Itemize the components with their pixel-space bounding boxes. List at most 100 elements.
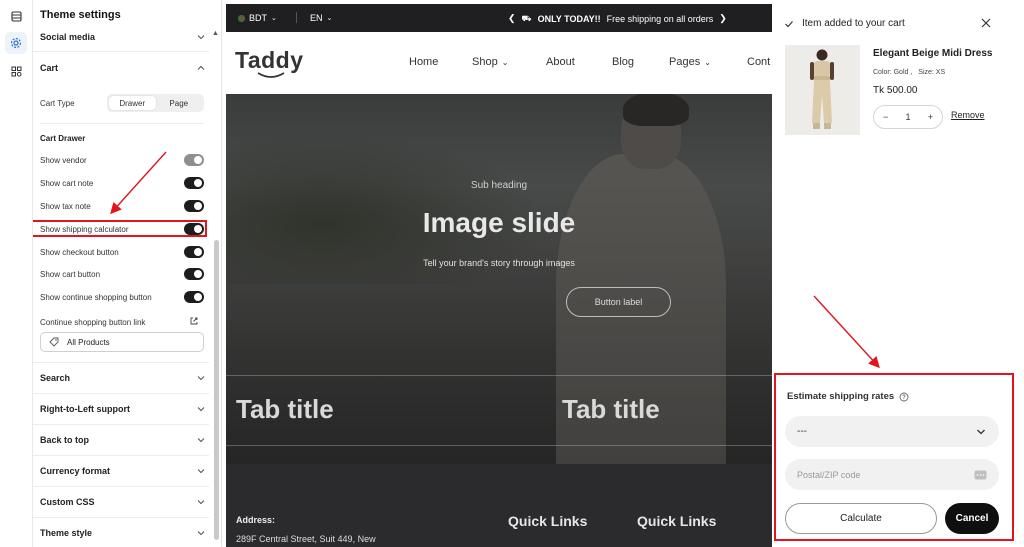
decrease-button[interactable]: − bbox=[883, 112, 888, 122]
nav-label: Shop bbox=[472, 56, 498, 68]
tab-title-2[interactable]: Tab title bbox=[562, 394, 660, 425]
nav-label: Cont bbox=[747, 56, 771, 68]
divider bbox=[296, 12, 297, 23]
show-tax-note-toggle[interactable] bbox=[184, 200, 204, 212]
chevron-down-icon bbox=[197, 407, 205, 412]
chevron-down-icon bbox=[197, 35, 205, 40]
flag-icon bbox=[238, 14, 245, 22]
increase-button[interactable]: + bbox=[928, 112, 933, 122]
truck-icon: ⛟ bbox=[521, 13, 532, 23]
show-cart-button-toggle[interactable] bbox=[184, 268, 204, 280]
nav-pages[interactable]: Pages ⌄ bbox=[669, 56, 711, 68]
nav-about[interactable]: About bbox=[546, 56, 575, 68]
chevron-down-icon bbox=[197, 469, 205, 474]
continue-link-value: All Products bbox=[67, 337, 110, 347]
zip-code-input[interactable]: Postal/ZIP code bbox=[785, 459, 999, 490]
product-color: Color: Gold , bbox=[873, 69, 913, 76]
show-vendor-toggle[interactable] bbox=[184, 154, 204, 166]
country-select-value: --- bbox=[797, 426, 807, 437]
divider bbox=[33, 517, 209, 518]
scroll-up-icon[interactable]: ▲ bbox=[212, 30, 219, 37]
store-header: Taddy Home Shop ⌄ About Blog Pages ⌄ Cont bbox=[226, 32, 772, 94]
check-icon bbox=[785, 20, 793, 27]
apps-icon[interactable] bbox=[5, 60, 27, 82]
show-continue-shopping-toggle[interactable] bbox=[184, 291, 204, 303]
show-shipping-calculator-toggle[interactable] bbox=[184, 223, 204, 235]
chevron-down-icon bbox=[197, 376, 205, 381]
hero-text: Tell your brand's story through images bbox=[423, 258, 575, 268]
chevron-down-icon bbox=[197, 500, 205, 505]
product-image[interactable] bbox=[785, 45, 860, 135]
toggle-label-show-continue-shopping: Show continue shopping button bbox=[40, 293, 152, 302]
language-label: EN bbox=[310, 13, 323, 23]
announcement-bar: BDT ⌄ EN ⌄ ❮ ⛟ ONLY TODAY!! Free shippin… bbox=[226, 4, 772, 32]
store-logo[interactable]: Taddy bbox=[235, 47, 304, 74]
country-select[interactable]: --- bbox=[785, 416, 999, 447]
chevron-down-icon bbox=[197, 531, 205, 536]
hero-button[interactable]: Button label bbox=[566, 287, 671, 317]
help-icon[interactable]: ? bbox=[899, 392, 909, 402]
nav-label: Home bbox=[409, 56, 439, 68]
quantity-stepper: − 1 + bbox=[873, 105, 943, 129]
cart-drawer-header: Item added to your cart bbox=[784, 18, 905, 29]
nav-blog[interactable]: Blog bbox=[612, 56, 634, 68]
logo-smile-icon bbox=[257, 72, 285, 78]
section-label: Back to top bbox=[40, 435, 90, 445]
quantity-value[interactable]: 1 bbox=[905, 112, 910, 122]
section-label: Theme style bbox=[40, 528, 93, 538]
section-social-media[interactable]: Social media bbox=[40, 32, 206, 42]
cart-type-page-option[interactable]: Page bbox=[156, 96, 203, 110]
chevron-down-icon: ⌄ bbox=[326, 15, 333, 22]
chevron-down-icon: ⌄ bbox=[704, 57, 711, 67]
divider bbox=[33, 486, 209, 487]
tab-title-1[interactable]: Tab title bbox=[236, 394, 334, 425]
tag-icon bbox=[49, 337, 59, 347]
toggle-label-show-cart-note: Show cart note bbox=[40, 179, 94, 188]
product-size: Size: XS bbox=[918, 69, 946, 76]
cart-type-drawer-option[interactable]: Drawer bbox=[109, 96, 156, 110]
hero-subheading: Sub heading bbox=[470, 180, 528, 191]
language-selector[interactable]: EN ⌄ bbox=[310, 13, 332, 23]
chevron-down-icon: ⌄ bbox=[271, 15, 277, 22]
remove-link[interactable]: Remove bbox=[951, 110, 985, 120]
footer-quick-links-1: Quick Links bbox=[508, 513, 588, 529]
show-checkout-button-toggle[interactable] bbox=[184, 246, 204, 258]
chevron-right-icon[interactable]: ❯ bbox=[719, 13, 727, 24]
section-back-to-top[interactable]: Back to top bbox=[40, 435, 206, 445]
product-name[interactable]: Elegant Beige Midi Dress bbox=[873, 48, 992, 59]
settings-scrollbar[interactable] bbox=[214, 240, 219, 540]
announcement-bold: ONLY TODAY!! bbox=[537, 13, 601, 24]
footer-quick-links-2: Quick Links bbox=[637, 513, 717, 529]
toggle-label-show-shipping-calculator: Show shipping calculator bbox=[40, 225, 129, 234]
continue-link-field[interactable]: All Products bbox=[40, 332, 204, 352]
section-label: Custom CSS bbox=[40, 497, 95, 507]
chevron-left-icon[interactable]: ❮ bbox=[508, 13, 516, 24]
nav-shop[interactable]: Shop ⌄ bbox=[472, 56, 508, 68]
close-icon[interactable] bbox=[980, 17, 992, 29]
settings-title: Theme settings bbox=[40, 9, 121, 21]
nav-home[interactable]: Home bbox=[409, 56, 438, 68]
section-custom-css[interactable]: Custom CSS bbox=[40, 497, 206, 507]
nav-label: Blog bbox=[612, 56, 635, 68]
section-search[interactable]: Search bbox=[40, 373, 206, 383]
product-variant: Color: Gold , Size: XS bbox=[873, 69, 945, 76]
divider bbox=[33, 362, 209, 363]
currency-selector[interactable]: BDT ⌄ bbox=[238, 13, 277, 23]
shipping-calculator-highlight: Estimate shipping rates ? --- Postal/ZIP… bbox=[774, 373, 1014, 541]
store-preview: BDT ⌄ EN ⌄ ❮ ⛟ ONLY TODAY!! Free shippin… bbox=[226, 4, 772, 547]
gear-icon[interactable] bbox=[5, 32, 27, 54]
external-link-icon[interactable] bbox=[189, 316, 199, 326]
sections-icon[interactable] bbox=[5, 5, 27, 27]
section-rtl-support[interactable]: Right-to-Left support bbox=[40, 404, 206, 414]
divider bbox=[33, 51, 209, 52]
section-theme-style[interactable]: Theme style bbox=[40, 528, 206, 538]
show-cart-note-toggle[interactable] bbox=[184, 177, 204, 189]
cancel-button[interactable]: Cancel bbox=[945, 503, 999, 534]
section-cart[interactable]: Cart bbox=[40, 63, 206, 73]
icon-rail bbox=[0, 0, 33, 547]
calculate-button[interactable]: Calculate bbox=[785, 503, 937, 534]
section-currency-format[interactable]: Currency format bbox=[40, 466, 206, 476]
nav-contact[interactable]: Cont bbox=[747, 56, 770, 68]
shipping-calculator-title: Estimate shipping rates ? bbox=[787, 391, 909, 402]
cart-type-segmented-control: Drawer Page bbox=[107, 94, 204, 112]
